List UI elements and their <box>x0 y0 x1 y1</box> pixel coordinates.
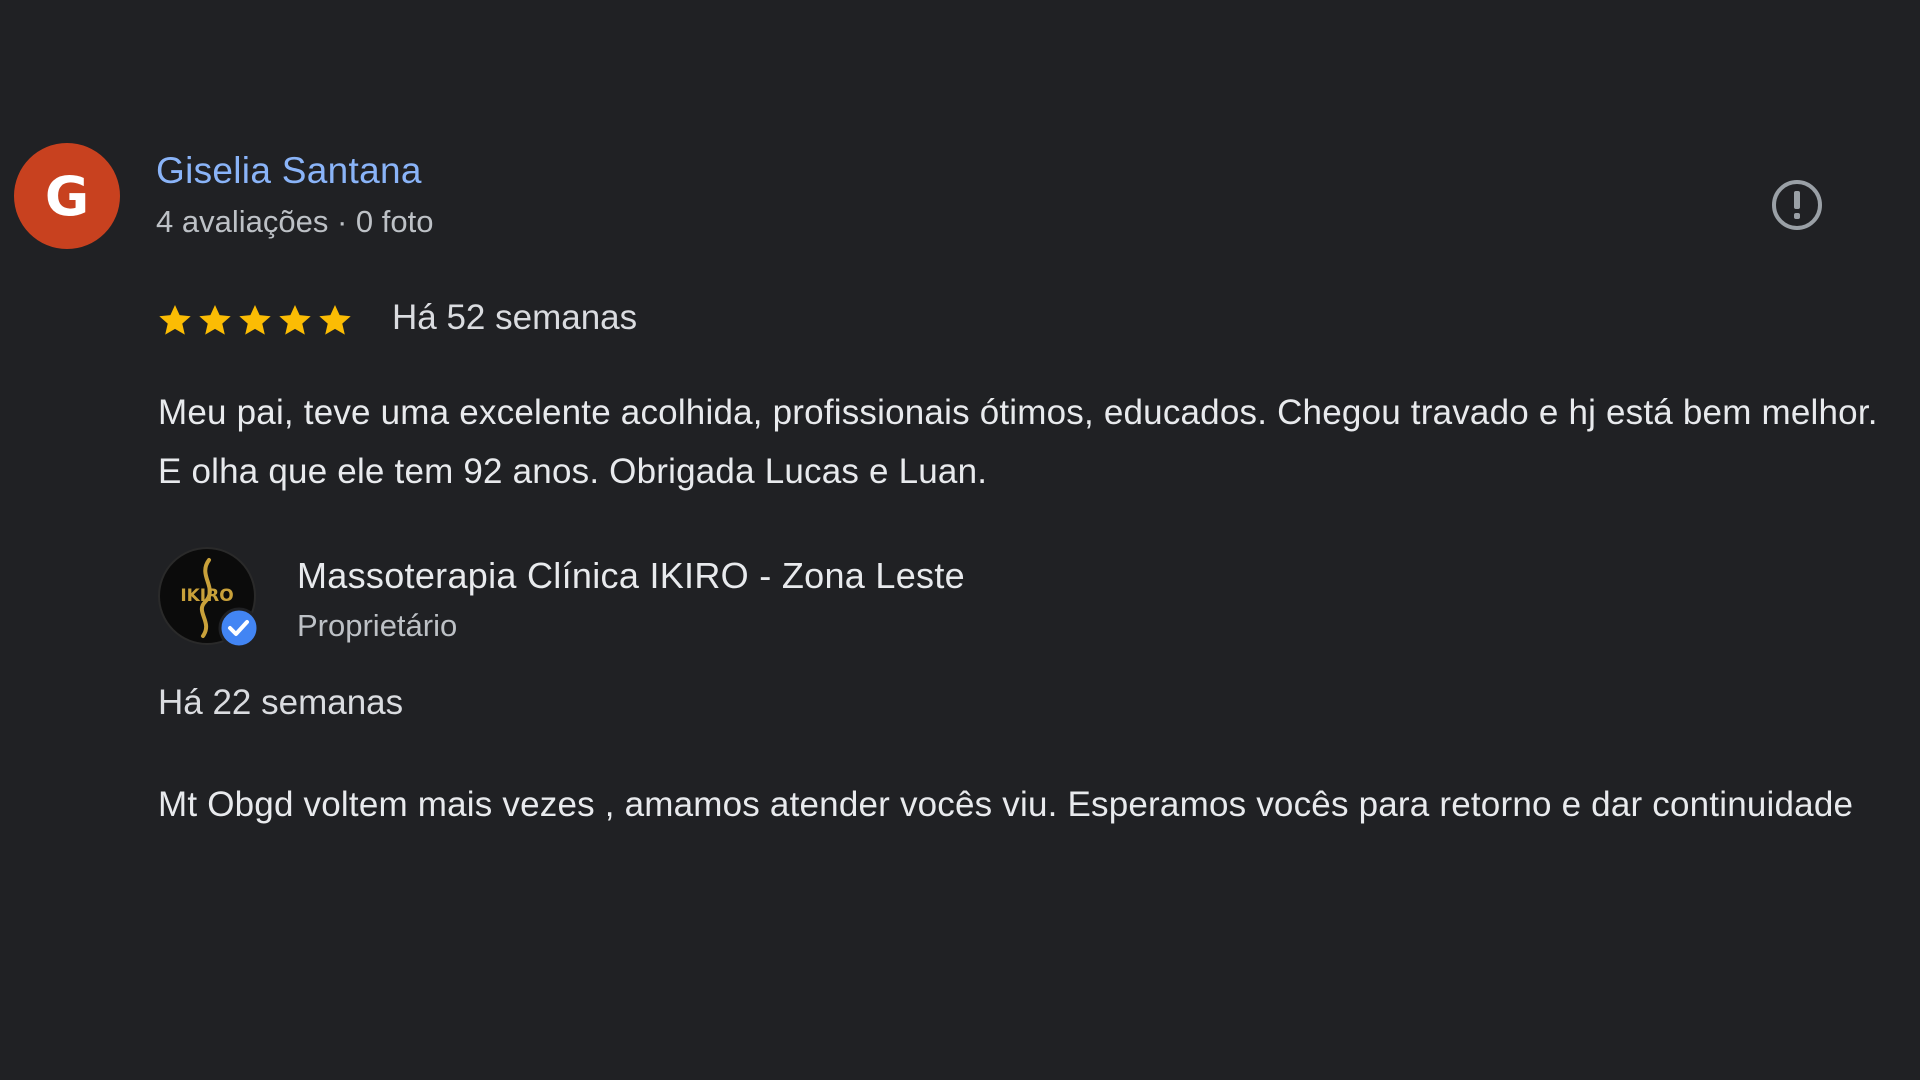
owner-logo[interactable]: IKIRO <box>157 546 259 648</box>
report-flag-icon[interactable] <box>1769 177 1825 233</box>
star-icon <box>279 304 311 335</box>
star-icon <box>239 304 271 335</box>
review-text: Meu pai, teve uma excelente acolhida, pr… <box>158 393 1878 491</box>
star-icon <box>319 304 351 335</box>
owner-name[interactable]: Massoterapia Clínica IKIRO - Zona Leste <box>297 555 965 597</box>
reviewer-name-link[interactable]: Giselia Santana <box>156 150 422 192</box>
reviewer-avatar[interactable]: G <box>14 143 120 249</box>
reply-time: Há 22 semanas <box>158 683 404 722</box>
review-time: Há 52 semanas <box>392 298 638 337</box>
owner-logo-text: IKIRO <box>180 586 233 606</box>
owner-role: Proprietário <box>297 608 458 643</box>
star-icon <box>199 304 231 335</box>
reply-text: Mt Obgd voltem mais vezes , amamos atend… <box>158 785 1854 824</box>
star-icon <box>159 304 191 335</box>
reviewer-meta: 4 avaliações · 0 foto <box>156 204 434 239</box>
review-page: G Giselia Santana 4 avaliações · 0 foto … <box>0 0 1920 1080</box>
review-card: G Giselia Santana 4 avaliações · 0 foto … <box>0 0 1920 1080</box>
avatar-letter: G <box>44 164 90 228</box>
star-rating <box>156 300 354 344</box>
verified-check-icon <box>218 607 259 648</box>
